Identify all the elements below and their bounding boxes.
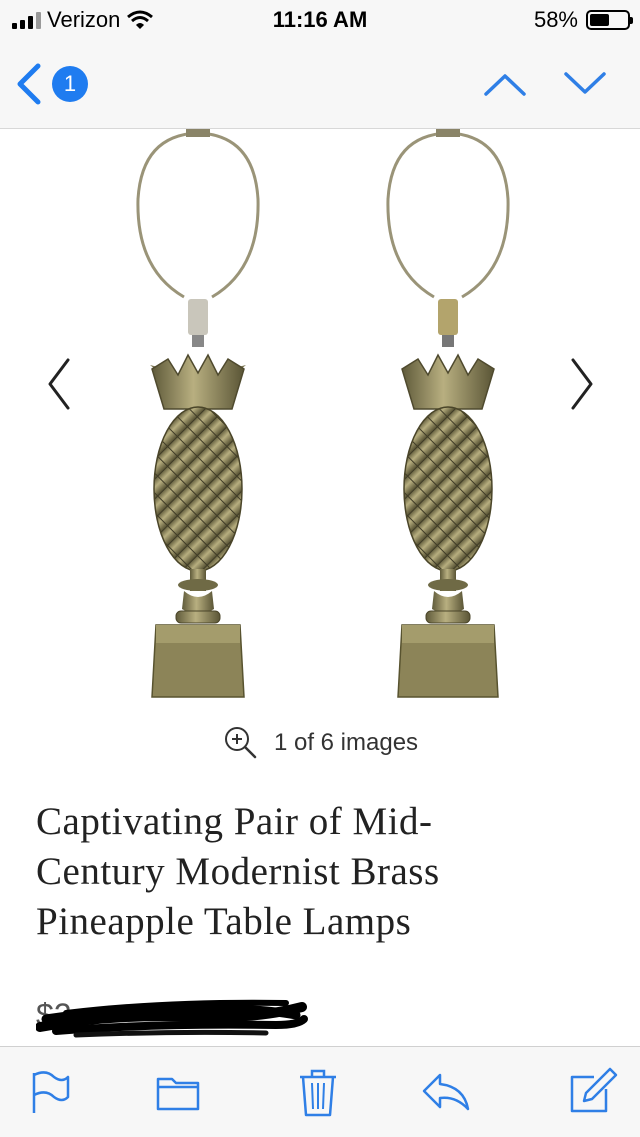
- product-title-line: Pineapple Table Lamps: [36, 900, 412, 943]
- reply-icon: [422, 1073, 470, 1111]
- reply-button[interactable]: [418, 1065, 474, 1119]
- image-counter-label: 1 of 6 images: [273, 729, 419, 756]
- next-image-button[interactable]: [565, 354, 599, 414]
- message-body[interactable]: 1 of 6 images Captivating Pair of Mid- C…: [0, 129, 640, 1046]
- compose-icon: [570, 1067, 618, 1113]
- back-button[interactable]: 1: [14, 60, 104, 108]
- lamp-image-left: [136, 129, 260, 698]
- chevron-up-icon: [484, 74, 526, 96]
- chevron-down-icon: [564, 72, 606, 94]
- image-gallery[interactable]: [0, 129, 640, 719]
- status-bar: Verizon 11:16 AM 58%: [0, 0, 640, 40]
- trash-button[interactable]: [290, 1065, 346, 1119]
- lamp-image-right: [386, 129, 510, 698]
- unread-count-badge: 1: [52, 66, 88, 102]
- product-title: Captivating Pair of Mid- Century Moderni…: [36, 797, 596, 947]
- chevron-left-icon: [17, 63, 41, 105]
- previous-image-button[interactable]: [42, 354, 76, 414]
- battery-icon: [586, 10, 633, 30]
- image-counter[interactable]: 1 of 6 images: [0, 725, 640, 761]
- zoom-in-icon: [224, 727, 257, 759]
- compose-button[interactable]: [564, 1065, 620, 1119]
- price: $2: [36, 991, 316, 1039]
- next-message-button[interactable]: [560, 62, 610, 106]
- battery-percent: 58%: [533, 7, 578, 32]
- trash-icon: [300, 1069, 336, 1117]
- redaction-scribble: [36, 999, 308, 1038]
- flag-icon: [32, 1071, 70, 1113]
- navigation-bar: 1: [0, 40, 640, 129]
- bottom-toolbar: [0, 1046, 640, 1137]
- chevron-left-icon: [48, 358, 70, 410]
- folder-icon: [156, 1077, 200, 1111]
- move-to-folder-button[interactable]: [150, 1065, 206, 1119]
- chevron-right-icon: [571, 358, 593, 410]
- flag-button[interactable]: [22, 1065, 78, 1119]
- product-title-line: Century Modernist Brass: [36, 850, 440, 893]
- product-title-line: Captivating Pair of Mid-: [36, 800, 433, 843]
- previous-message-button[interactable]: [480, 62, 530, 106]
- battery-info: 58%: [533, 7, 633, 33]
